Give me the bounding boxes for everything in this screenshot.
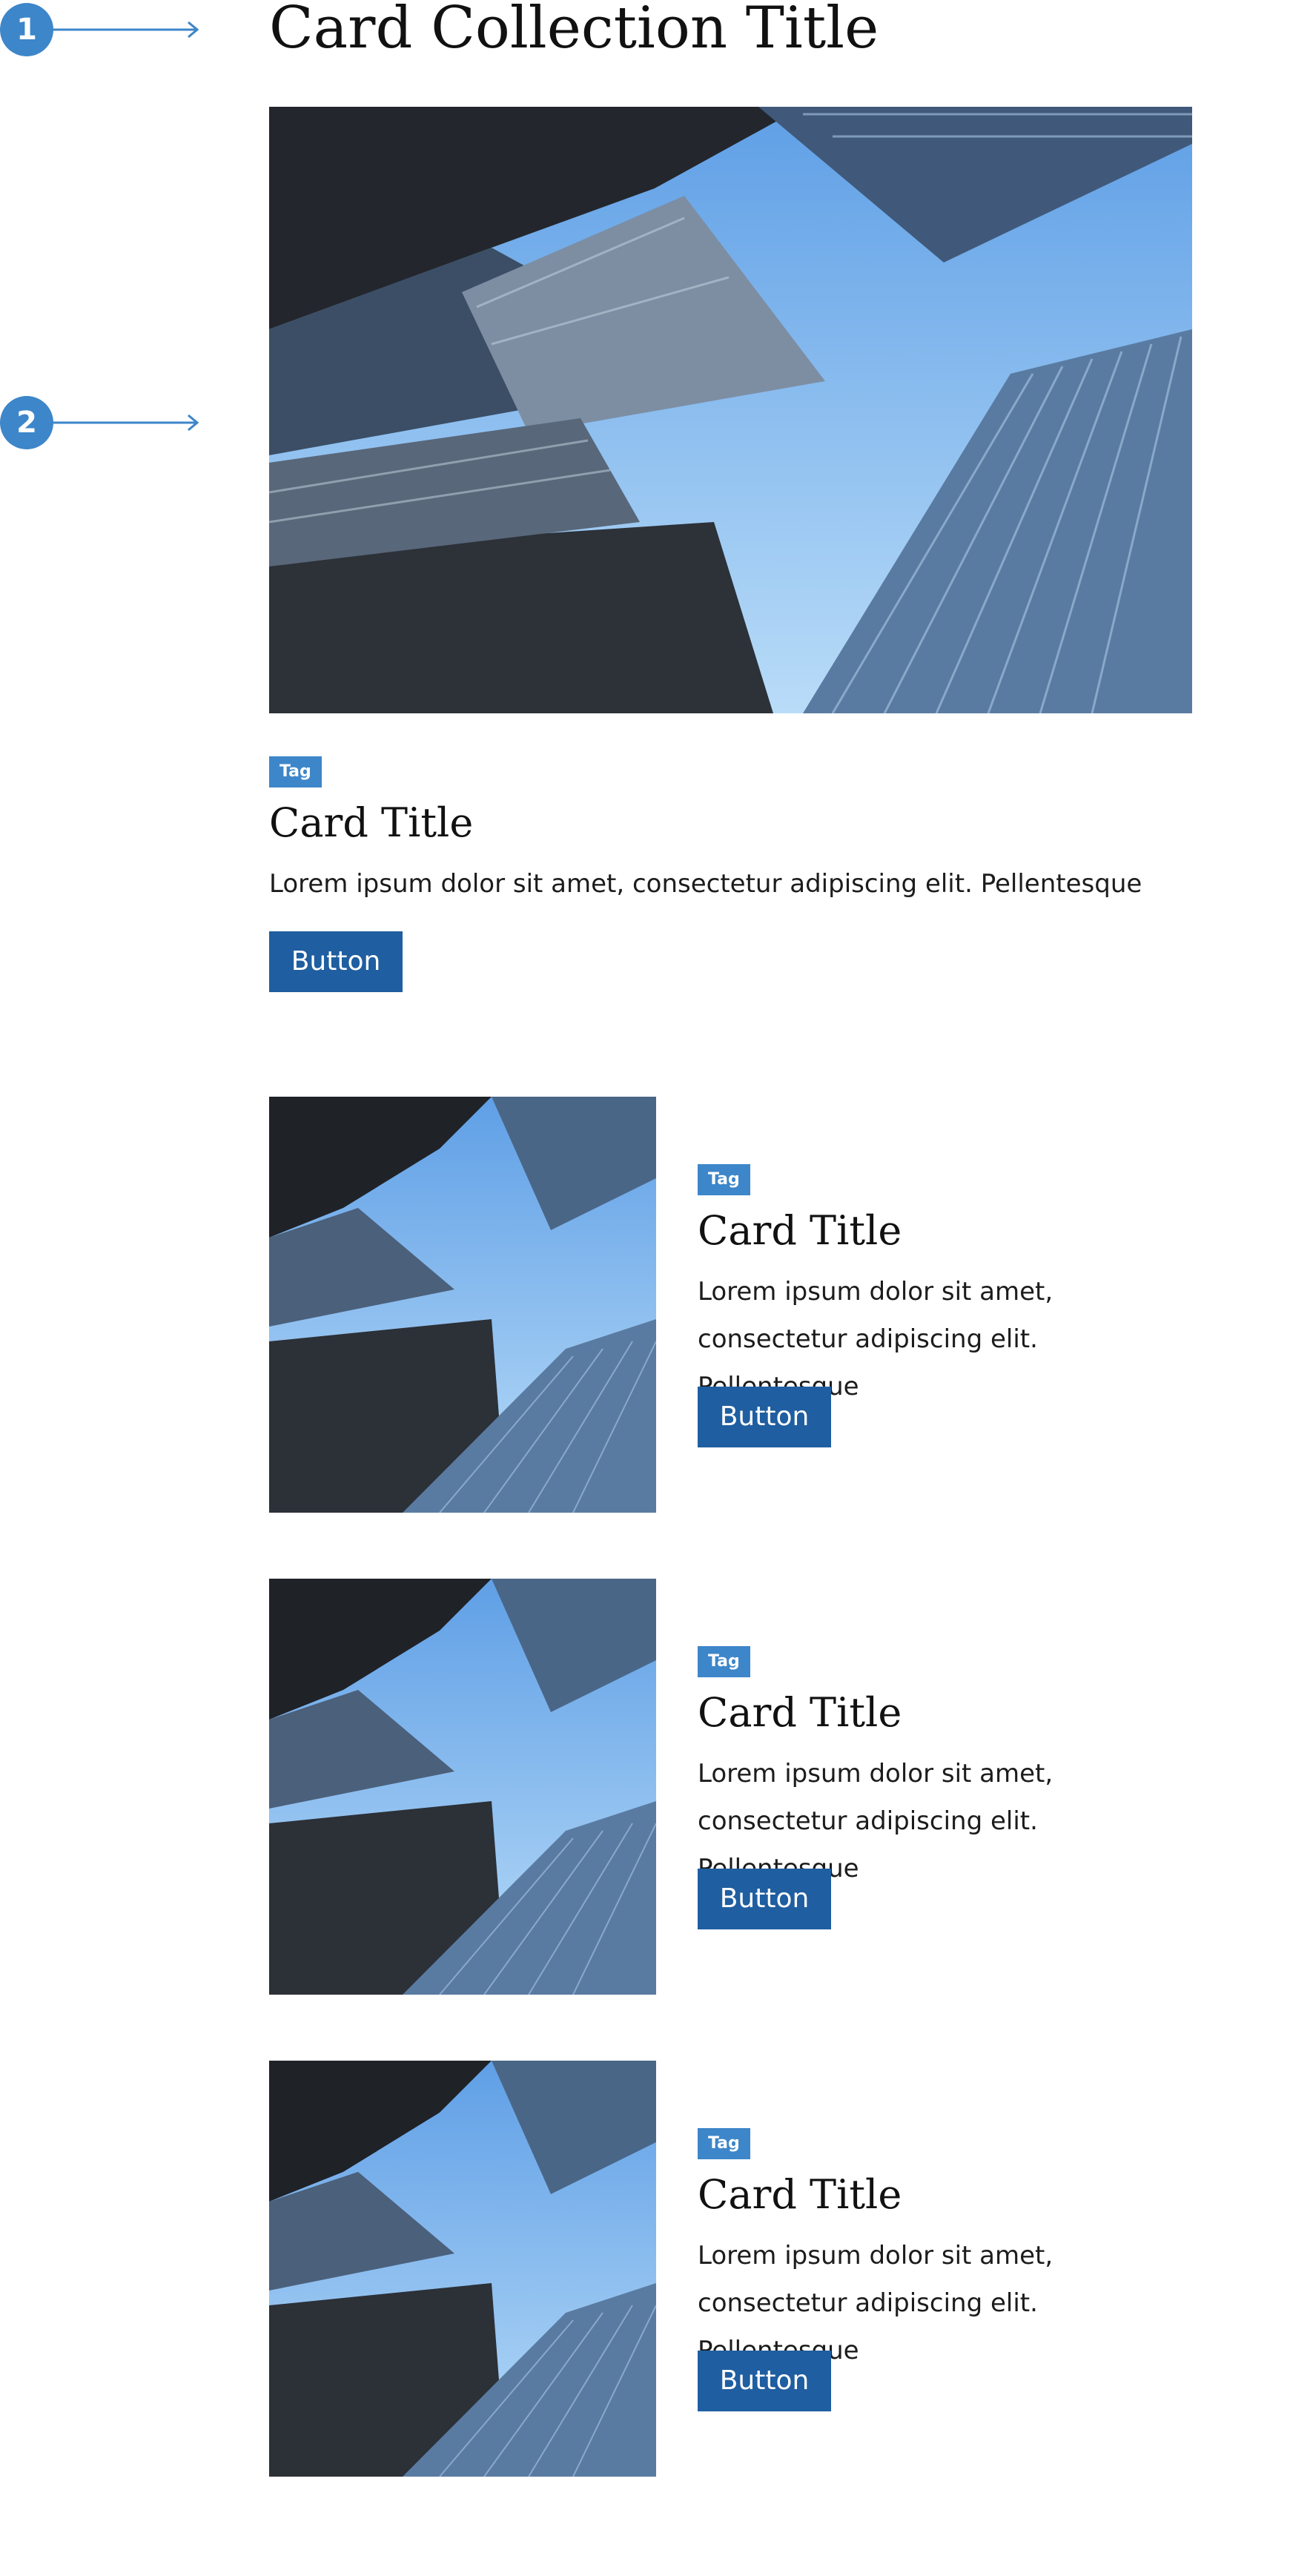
- card-button[interactable]: Button: [698, 2351, 831, 2411]
- card-title: Card Title: [698, 1689, 902, 1736]
- annotation-badge-2: 2: [0, 396, 53, 449]
- skyscrapers-photo: [269, 1097, 656, 1513]
- card-button[interactable]: Button: [698, 1387, 831, 1447]
- card-tag: Tag: [698, 2128, 750, 2159]
- annotation-marker-1: 1: [0, 3, 200, 56]
- card-tag: Tag: [698, 1164, 750, 1195]
- arrow-right-icon: [52, 414, 199, 432]
- card-tag: Tag: [269, 756, 322, 787]
- annotation-badge-1: 1: [0, 3, 53, 56]
- skyscrapers-photo: [269, 1579, 656, 1995]
- card-tag: Tag: [698, 1646, 750, 1677]
- card-description: Lorem ipsum dolor sit amet, consectetur …: [269, 869, 1142, 899]
- card-image-skyscrapers: [269, 107, 1192, 713]
- card-title: Card Title: [269, 799, 474, 846]
- card-image-skyscrapers: [269, 1579, 656, 1995]
- card-image-skyscrapers: [269, 1097, 656, 1513]
- annotation-marker-2: 2: [0, 396, 200, 449]
- card-button[interactable]: Button: [269, 931, 403, 992]
- card-button[interactable]: Button: [698, 1869, 831, 1929]
- card-title: Card Title: [698, 2171, 902, 2218]
- arrow-right-icon: [52, 21, 199, 39]
- collection-title: Card Collection Title: [269, 0, 879, 62]
- card-title: Card Title: [698, 1207, 902, 1254]
- card-image-skyscrapers: [269, 2061, 656, 2477]
- skyscrapers-photo: [269, 2061, 656, 2477]
- skyscrapers-photo: [269, 107, 1192, 713]
